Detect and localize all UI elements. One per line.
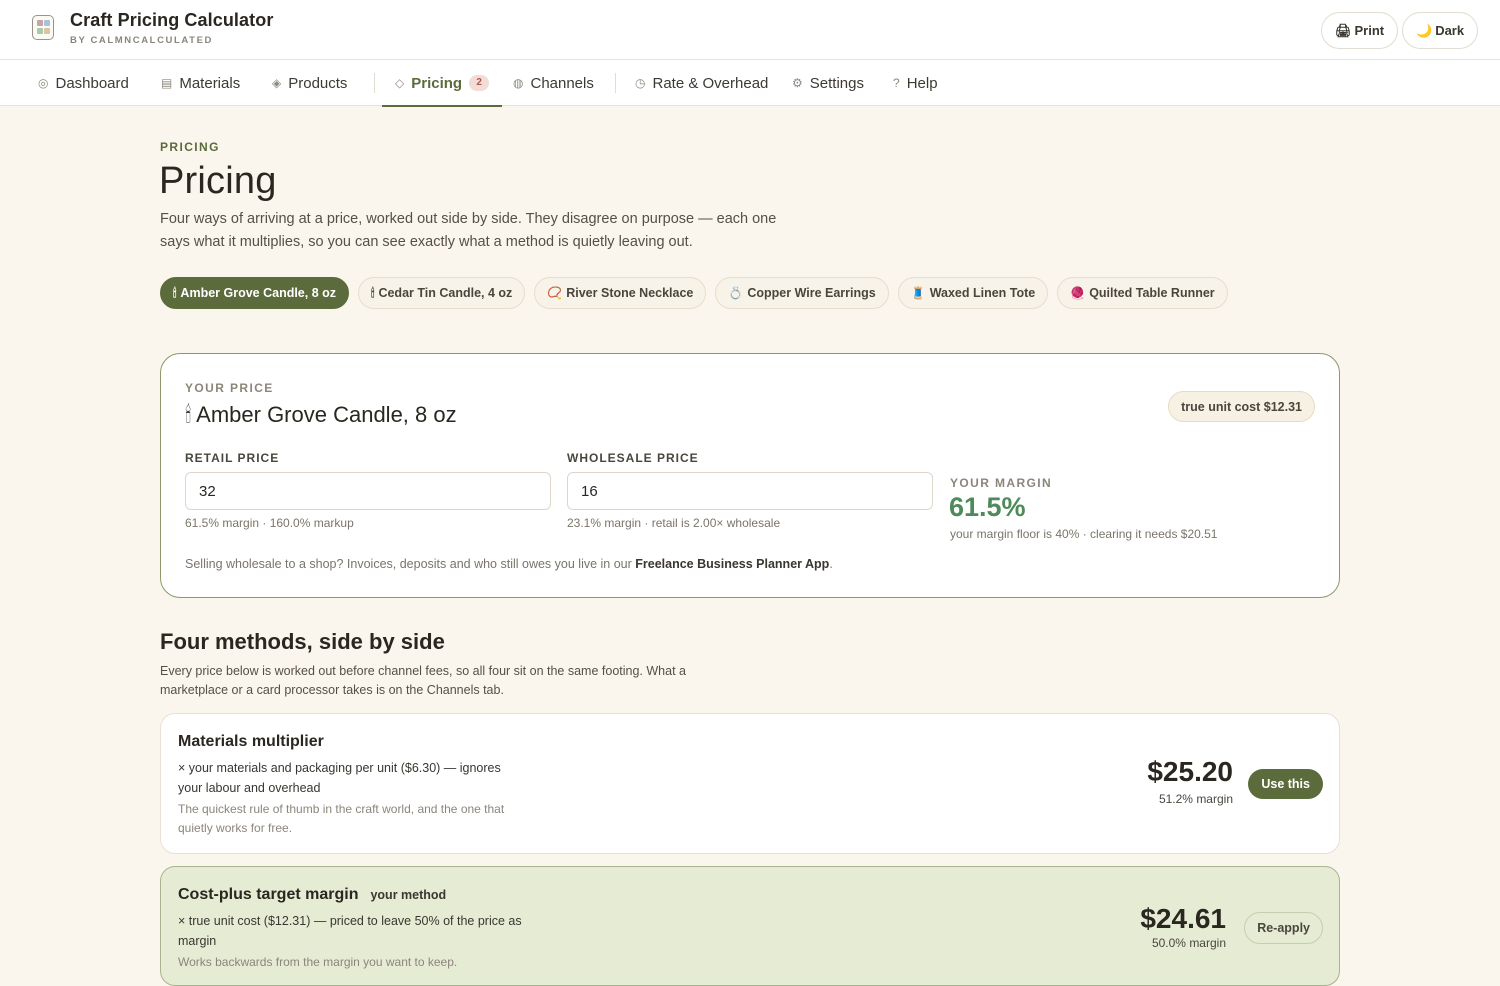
product-chip[interactable]: 🕯 Cedar Tin Candle, 4 oz [358, 277, 526, 309]
wholesale-price-label: WHOLESALE PRICE [567, 451, 699, 465]
selected-product-title: 🕯 Amber Grove Candle, 8 oz [185, 402, 457, 428]
method-formula: × your materials and packaging per unit … [178, 761, 501, 795]
dashboard-icon: ◎ [38, 76, 49, 90]
your-price-card: YOUR PRICE 🕯 Amber Grove Candle, 8 oz tr… [160, 353, 1340, 598]
product-chip-label: Waxed Linen Tote [929, 286, 1036, 300]
method-note: The quickest rule of thumb in the craft … [178, 802, 505, 835]
use-this-button[interactable]: Use this [1248, 769, 1323, 799]
tab-materials[interactable]: ▤ Materials [161, 60, 240, 106]
tab-label: Dashboard [55, 74, 129, 92]
yarn-icon: 🧶 [1070, 286, 1086, 300]
re-apply-button[interactable]: Re-apply [1244, 912, 1323, 944]
tab-label: Channels [530, 74, 594, 92]
moon-icon: 🌙 [1416, 22, 1433, 38]
page-intro: Four ways of arriving at a price, worked… [160, 211, 777, 250]
your-margin-label: YOUR MARGIN [950, 476, 1053, 490]
product-chip-label: Amber Grove Candle, 8 oz [180, 286, 337, 300]
candle-icon: 🕯 [173, 285, 177, 300]
dark-mode-button[interactable]: 🌙 Dark [1402, 12, 1479, 49]
margin-floor-note: your margin floor is 40% · clearing it n… [950, 527, 1218, 541]
method-price: $25.20 [1147, 756, 1233, 787]
product-chip[interactable]: 🕯 Amber Grove Candle, 8 oz [160, 277, 350, 309]
product-chip-label: Quilted Table Runner [1089, 286, 1215, 300]
tab-label: Rate & Overhead [652, 74, 769, 92]
main-nav: ◎ Dashboard ▤ Materials ◈ Products ◇ Pri… [0, 60, 1500, 107]
tab-pricing[interactable]: ◇ Pricing 2 [382, 60, 503, 107]
app-title: Craft Pricing Calculator [70, 10, 274, 30]
method-title-text: Cost-plus target margin [178, 886, 359, 903]
materials-icon: ▤ [161, 76, 173, 90]
ring-icon: 💍 [728, 286, 744, 300]
method-title: Cost-plus target margin your method [178, 886, 446, 904]
retail-price-input[interactable] [185, 472, 551, 510]
method-card-materials-multiplier: Materials multiplier × your materials an… [160, 713, 1340, 854]
tab-label: Materials [179, 74, 241, 92]
product-chip[interactable]: 🧶 Quilted Table Runner [1057, 277, 1228, 309]
page-title: Pricing [159, 160, 277, 202]
your-method-tag: your method [370, 888, 447, 902]
product-chip[interactable]: 💍 Copper Wire Earrings [715, 277, 889, 309]
footer-text: Selling wholesale to a shop? Invoices, d… [185, 557, 636, 571]
printer-icon: 🖨 [1335, 22, 1352, 38]
help-icon: ? [893, 76, 900, 90]
your-margin-value: 61.5% [949, 492, 1026, 522]
page-eyebrow: PRICING [160, 140, 220, 154]
candle-icon: 🕯 [371, 285, 375, 300]
app-header: Craft Pricing Calculator BY CALMNCALCULA… [0, 0, 1500, 60]
tab-divider [374, 73, 375, 93]
wholesale-footer-note: Selling wholesale to a shop? Invoices, d… [185, 557, 833, 571]
product-chip-label: Cedar Tin Candle, 4 oz [378, 286, 513, 300]
tab-label: Settings [809, 74, 864, 92]
product-chip[interactable]: 🧵 Waxed Linen Tote [897, 277, 1049, 309]
pricing-count-badge: 2 [469, 75, 490, 91]
tab-label: Pricing [411, 74, 463, 92]
channels-icon: ◍ [513, 76, 524, 90]
app-logo-icon [32, 15, 54, 40]
planner-app-link[interactable]: Freelance Business Planner App [635, 557, 829, 571]
product-selector: 🕯 Amber Grove Candle, 8 oz 🕯 Cedar Tin C… [160, 277, 1228, 309]
clock-icon: ◷ [635, 76, 646, 90]
method-title: Materials multiplier [178, 733, 324, 750]
tab-rate-overhead[interactable]: ◷ Rate & Overhead [635, 60, 768, 106]
print-button[interactable]: 🖨 Print [1321, 12, 1399, 49]
methods-section-title: Four methods, side by side [160, 629, 445, 654]
method-price: $24.61 [1140, 903, 1226, 934]
tab-divider [615, 73, 616, 93]
your-price-eyebrow: YOUR PRICE [185, 381, 274, 395]
pricing-icon: ◇ [395, 76, 405, 90]
product-chip[interactable]: 📿 River Stone Necklace [534, 277, 707, 309]
wholesale-price-input[interactable] [567, 472, 933, 510]
thread-icon: 🧵 [910, 286, 926, 300]
tab-label: Products [288, 74, 348, 92]
gear-icon: ⚙ [792, 76, 803, 90]
tab-products[interactable]: ◈ Products [272, 60, 347, 106]
method-margin: 51.2% margin [1158, 792, 1233, 806]
app-subtitle: BY CALMNCALCULATED [70, 35, 213, 46]
necklace-icon: 📿 [547, 286, 563, 300]
retail-price-label: RETAIL PRICE [185, 451, 280, 465]
tab-settings[interactable]: ⚙ Settings [792, 60, 864, 106]
tab-label: Help [906, 74, 938, 92]
true-unit-cost-badge: true unit cost $12.31 [1168, 391, 1315, 422]
method-formula: × true unit cost ($12.31) — priced to le… [178, 914, 522, 948]
method-card-cost-plus: Cost-plus target margin your method × tru… [160, 866, 1340, 986]
wholesale-price-hint: 23.1% margin · retail is 2.00× wholesale [567, 516, 781, 530]
product-chip-label: River Stone Necklace [566, 286, 694, 300]
method-note: Works backwards from the margin you want… [178, 955, 458, 969]
tab-help[interactable]: ? Help [893, 60, 938, 106]
products-icon: ◈ [272, 76, 282, 90]
selected-product-name: Amber Grove Candle, 8 oz [196, 402, 457, 427]
method-margin: 50.0% margin [1151, 936, 1226, 950]
dark-mode-label: Dark [1435, 23, 1465, 38]
product-chip-label: Copper Wire Earrings [747, 286, 876, 300]
tab-channels[interactable]: ◍ Channels [513, 60, 594, 106]
tab-dashboard[interactable]: ◎ Dashboard [38, 60, 129, 106]
methods-section-desc: Every price below is worked out before c… [160, 664, 686, 697]
print-button-label: Print [1354, 23, 1385, 38]
footer-end: . [829, 557, 833, 571]
retail-price-hint: 61.5% margin · 160.0% markup [185, 516, 354, 530]
candle-icon: 🕯 [185, 402, 192, 427]
